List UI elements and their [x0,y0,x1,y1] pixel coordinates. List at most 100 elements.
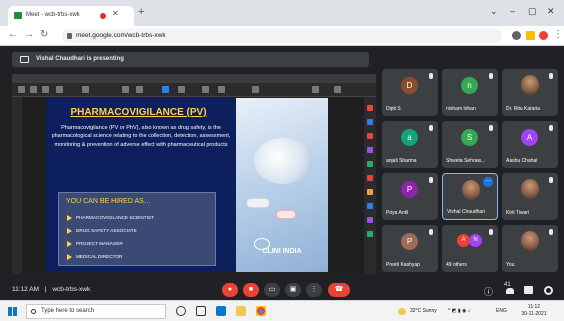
redact-icon [367,189,373,195]
tab-search-icon[interactable]: ⌄ [490,6,498,17]
mic-off-icon: ● [227,286,233,293]
back-arrow-icon[interactable]: ← [8,29,18,40]
weather-text[interactable]: 32°C Sunny [410,308,437,314]
participant-name: anjali Sharma [386,158,417,164]
tile-options-icon[interactable]: … [483,177,493,187]
avatar: P [401,181,418,198]
edge-icon[interactable] [216,306,226,316]
minimize-button[interactable]: – [510,6,515,16]
tab-title: Meet - wcb-trbs-xwk [26,12,80,18]
comment-tool-icon [367,147,373,153]
more-options-button[interactable]: ⋮ [306,283,322,297]
participant-tile[interactable]: Kirti Tiwari [502,173,558,220]
participant-name: 49 others [446,262,467,268]
tray-icons[interactable]: ^ ◩ ▮ ◉ ♪ [448,308,470,314]
participant-tile[interactable]: n nisham lohan [442,69,498,116]
chat-icon[interactable] [524,286,533,294]
taskbar-search-input[interactable]: Type here to search [26,304,166,319]
mic-muted-icon [429,177,433,183]
participant-tile[interactable]: Dr. Ritu Kataria [502,69,558,116]
close-tab-icon[interactable]: ✕ [112,9,119,18]
comment-icon [178,86,185,93]
maximize-button[interactable]: ▢ [528,6,537,17]
meeting-info: 11:12 AM | wcb-trbs-xwk [12,286,90,293]
capsule-shape [246,198,270,208]
participant-tile[interactable]: P Priya Antil [382,173,438,220]
pdf-left-rail [12,97,22,274]
participant-name: nisham lohan [446,106,476,112]
new-tab-button[interactable]: + [138,6,144,18]
forward-arrow-icon[interactable]: → [24,29,34,40]
more-tools-icon [367,231,373,237]
hired-as-title: YOU CAN BE HIRED AS… [66,198,151,205]
mic-muted-icon [489,73,493,79]
presenting-text: Vishal Chaudhari is presenting [36,56,124,62]
close-window-button[interactable]: ✕ [547,6,555,17]
windows-start-icon[interactable] [8,307,17,316]
avatar: S [461,129,478,146]
pill-bottle-shape [254,138,312,184]
participant-name: Priya Antil [386,210,409,216]
participant-name: Dr. Ritu Kataria [506,106,540,112]
taskbar-clock[interactable]: 11:12 30-11-2021 [514,304,554,318]
meeting-controls-bar: 11:12 AM | wcb-trbs-xwk ● ■ ▭ ▣ ⋮ ☎ ⓘ 41 [0,279,564,300]
task-view-icon[interactable] [196,306,206,316]
avatar-photo [462,180,480,200]
weather-icon [398,308,406,315]
participant-tile[interactable]: P Preeti Kashyap [382,225,438,272]
participant-tile[interactable]: A N 49 others [442,225,498,272]
people-icon[interactable] [506,288,514,294]
meet-favicon-icon [14,12,22,19]
export-pdf-icon [367,105,373,111]
edit-icon [162,86,169,93]
present-screen-icon [20,56,29,63]
page-nav-icon [82,86,89,93]
avatar: n [461,77,478,94]
meeting-time: 11:12 AM [12,286,39,293]
avatar: A [521,129,538,146]
save-icon [30,86,37,93]
avatar-photo [521,75,539,95]
file-explorer-icon[interactable] [236,306,246,316]
capsule-shape [276,210,296,219]
avatar: D [401,77,418,94]
pdf-right-rail [364,97,376,274]
url-input[interactable]: meet.google.com/wcb-trbs-xwk [62,29,502,43]
participant-tile[interactable]: You [502,225,558,272]
camera-toggle-button[interactable]: ■ [243,283,259,297]
meeting-details-button[interactable]: ⓘ [484,285,493,298]
create-pdf-icon [367,119,373,125]
mic-toggle-button[interactable]: ● [222,283,238,297]
arrow-bullet-icon [67,215,72,221]
cortana-icon[interactable] [176,306,186,316]
captions-button[interactable]: ▭ [264,283,280,297]
url-text: meet.google.com/wcb-trbs-xwk [76,32,166,39]
tab-meet[interactable]: Meet - wcb-trbs-xwk ✕ [8,6,134,26]
more-options-icon: ⋮ [310,286,318,293]
activities-icon[interactable] [544,286,553,295]
present-button[interactable]: ▣ [285,283,301,297]
browser-tab-bar: Meet - wcb-trbs-xwk ✕ + ⌄ – ▢ ✕ [0,0,564,26]
bookmark-star-icon[interactable] [526,31,535,40]
arrow-bullet-icon [67,228,72,234]
participant-tile[interactable]: A Aashu Chahal [502,121,558,168]
participant-tile[interactable]: S Shweta Sehraw... [442,121,498,168]
participant-tile[interactable]: a anjali Sharma [382,121,438,168]
help-icon [312,86,319,93]
edit-pdf-icon [367,133,373,139]
profile-avatar-icon[interactable] [539,31,548,40]
participant-tile[interactable]: … Vishal Chaudhari [442,173,498,220]
mic-muted-icon [489,125,493,131]
browser-menu-icon[interactable]: ⋮ [553,29,563,40]
search-icon [31,309,36,314]
participant-tile[interactable]: D Dipti S [382,69,438,116]
mic-muted-icon [489,229,493,235]
chrome-icon[interactable] [256,306,266,316]
slide-title: PHARMACOVIGILANCE (PV) [70,107,207,118]
end-call-button[interactable]: ☎ [328,283,350,297]
reload-icon[interactable]: ↻ [40,29,48,40]
participant-name: You [506,262,515,268]
avatar: a [401,129,418,146]
camera-extension-icon[interactable] [512,31,521,40]
language-indicator[interactable]: ENG [496,308,507,314]
